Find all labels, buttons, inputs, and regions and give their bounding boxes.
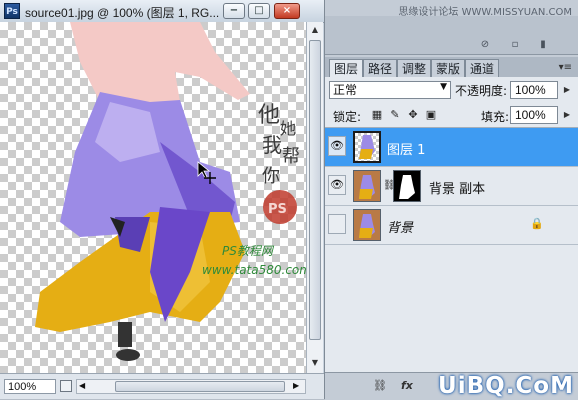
fill-label: 填充: (481, 110, 510, 124)
layers-panel: 正常 ▼ 不透明度: 100% ▶ 锁定: ▦ ✎ ✥ ▣ 填充: 100% ▶… (325, 77, 578, 377)
zoom-level-field[interactable]: 100% (4, 379, 56, 394)
layer-thumbnail (353, 170, 381, 202)
tab-masks[interactable]: 蒙版 (431, 59, 466, 77)
scroll-up-icon[interactable]: ▲ (309, 24, 321, 36)
visibility-eye-icon[interactable]: 👁 (328, 175, 346, 195)
opacity-label: 不透明度: (455, 84, 508, 98)
layer-row[interactable]: 👁 图层 1 (325, 128, 578, 167)
calligraphy-char: 帮 (282, 146, 300, 167)
panel-menu-icon[interactable]: ▾≡ (559, 62, 572, 73)
layer-name[interactable]: 背景 副本 (429, 178, 485, 197)
dancer-figure (35, 22, 250, 361)
lock-icon: 🔒 (530, 217, 544, 230)
scroll-down-icon[interactable]: ▼ (309, 357, 321, 369)
opacity-slider-arrow-icon[interactable]: ▶ (561, 81, 573, 99)
svg-text:PS: PS (268, 202, 287, 217)
layers-panel-footer: ⛓ fx UiBQ.CoM (325, 372, 578, 400)
site-watermark-bottom: UiBQ.CoM (438, 373, 574, 399)
tab-adjustments[interactable]: 调整 (397, 59, 432, 77)
tab-layers[interactable]: 图层 (329, 59, 364, 78)
trash-icon[interactable]: ▮ (538, 40, 548, 50)
visibility-toggle-empty[interactable] (328, 214, 346, 234)
status-info-icon[interactable] (60, 380, 72, 392)
document-window: Ps source01.jpg @ 100% (图层 1, RG... − □ … (0, 0, 325, 399)
maximize-button[interactable]: □ (248, 3, 270, 19)
blend-mode-value: 正常 (333, 83, 358, 97)
lock-position-move-icon[interactable]: ✥ (407, 109, 419, 121)
calligraphy-char: 他 (258, 103, 280, 128)
right-panel-dock: 思缘设计论坛 WWW.MISSYUAN.COM ⊘ ▫ ▮ 图层 路径 调整 蒙… (325, 0, 578, 400)
no-entry-icon[interactable]: ⊘ (480, 40, 490, 50)
layer-thumbnail (353, 131, 381, 163)
layers-panel-tabs: 图层 路径 调整 蒙版 通道 ▾≡ (325, 57, 578, 78)
layer-thumbnail (353, 209, 381, 241)
close-button[interactable]: × (274, 3, 300, 19)
document-title: source01.jpg @ 100% (图层 1, RG... (25, 6, 220, 20)
new-item-icon[interactable]: ▫ (510, 40, 520, 50)
canvas-artwork: 他 她 我 帮 你 PS PS教程网 www.tata580.com (35, 22, 306, 361)
horizontal-scrollbar[interactable]: ◀ ▶ (76, 379, 306, 394)
lock-row: 锁定: ▦ ✎ ✥ ▣ 填充: 100% ▶ (325, 103, 578, 128)
layer-name[interactable]: 背景 (387, 217, 413, 236)
calligraphy-char: 我 (262, 133, 282, 157)
image-canvas[interactable]: 他 她 我 帮 你 PS PS教程网 www.tata580.com (0, 22, 306, 373)
layer-row[interactable]: 背景 🔒 (325, 206, 578, 245)
chevron-down-icon: ▼ (440, 82, 447, 92)
fill-field[interactable]: 100% (510, 106, 558, 124)
link-layers-icon[interactable]: ⛓ (373, 379, 387, 392)
lock-pixels-brush-icon[interactable]: ✎ (389, 109, 401, 121)
vertical-scrollbar[interactable]: ▲ ▼ (306, 22, 323, 373)
layer-mask-thumbnail[interactable] (393, 170, 421, 202)
layer-name[interactable]: 图层 1 (387, 139, 425, 158)
canvas-watermark-title: PS教程网 (222, 244, 275, 258)
fill-slider-arrow-icon[interactable]: ▶ (561, 106, 573, 124)
photoshop-logo-icon: Ps (4, 3, 20, 19)
visibility-eye-icon[interactable]: 👁 (328, 136, 346, 156)
tab-paths[interactable]: 路径 (363, 59, 398, 77)
minimize-button[interactable]: − (223, 3, 245, 19)
red-seal-stamp: PS (263, 190, 297, 224)
scroll-right-icon[interactable]: ▶ (293, 381, 299, 390)
layer-style-fx-icon[interactable]: fx (401, 379, 413, 392)
upper-collapsed-panel: ⊘ ▫ ▮ (325, 16, 578, 55)
document-title-bar[interactable]: Ps source01.jpg @ 100% (图层 1, RG... − □ … (0, 0, 324, 23)
lock-transparency-icon[interactable]: ▦ (371, 109, 383, 121)
opacity-field[interactable]: 100% (510, 81, 558, 99)
calligraphy-char: 你 (262, 166, 280, 187)
horizontal-scroll-thumb[interactable] (115, 381, 285, 392)
vertical-scroll-thumb[interactable] (309, 40, 321, 340)
canvas-watermark-url: www.tata580.com (202, 263, 306, 277)
blend-mode-select[interactable]: 正常 ▼ (329, 81, 451, 99)
lock-label: 锁定: (333, 110, 362, 124)
calligraphy-char: 她 (280, 119, 296, 138)
lock-all-icon[interactable]: ▣ (425, 109, 437, 121)
status-bar: 100% ◀ ▶ (0, 373, 324, 399)
layer-row[interactable]: 👁 ⛓ 背景 副本 (325, 167, 578, 206)
scroll-left-icon[interactable]: ◀ (79, 381, 85, 390)
tab-channels[interactable]: 通道 (465, 59, 500, 77)
